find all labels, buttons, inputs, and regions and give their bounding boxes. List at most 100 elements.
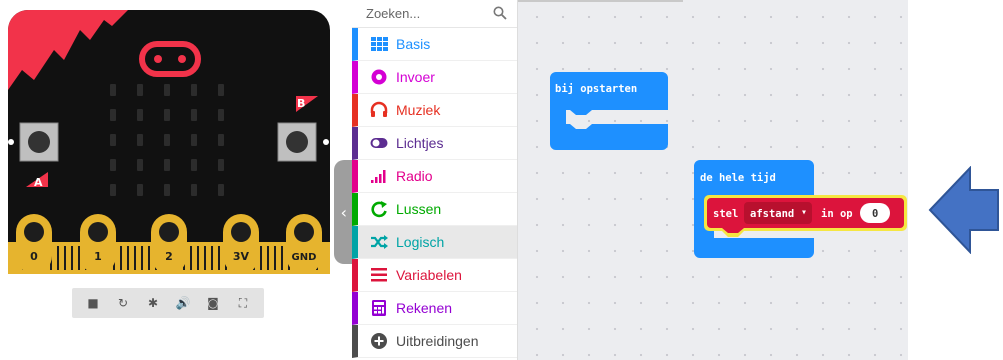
led [137, 184, 143, 196]
led [218, 184, 224, 196]
pin-3v[interactable]: 3V [223, 214, 259, 274]
connector-tick [141, 246, 143, 270]
chevron-left-icon: ‹ [339, 202, 349, 222]
pin-2[interactable]: 2 [151, 214, 187, 274]
category-invoer[interactable]: Invoer [352, 61, 517, 94]
pin-1[interactable]: 1 [80, 214, 116, 274]
annotation-arrow-icon [928, 166, 999, 254]
category-list: Basis Invoer Muziek Lichtjes Radio Lussen Logi… [352, 28, 517, 358]
screenshot-icon[interactable]: ◙ [203, 293, 223, 313]
category-rekenen[interactable]: Rekenen [352, 292, 517, 325]
category-lichtjes[interactable]: Lichtjes [352, 127, 517, 160]
led [137, 134, 143, 146]
button-b-label: B [297, 97, 305, 110]
mute-icon[interactable]: 🔊 [173, 293, 193, 313]
connector-tick [71, 246, 73, 270]
category-label: Muziek [396, 102, 441, 118]
connector-tick [78, 246, 80, 270]
pin-hole [159, 222, 179, 242]
connector-tick [148, 246, 150, 270]
connector-tick [120, 246, 122, 270]
led [191, 159, 197, 171]
led [164, 184, 170, 196]
forever-label: de hele tijd [700, 172, 776, 184]
simulator-panel: A B 0 1 2 3V GND ■ ↻ ✱ 🔊 ◙ ⛶ [0, 0, 340, 360]
connector-tick [134, 246, 136, 270]
led [110, 134, 116, 146]
category-basis[interactable]: Basis [352, 28, 517, 61]
debug-icon[interactable]: ✱ [143, 293, 163, 313]
led [164, 159, 170, 171]
led [137, 109, 143, 121]
shuffle-icon [370, 233, 388, 251]
workspace-top-border [518, 0, 683, 2]
category-logisch[interactable]: Logisch [352, 226, 517, 259]
toolbox: Basis Invoer Muziek Lichtjes Radio Lussen Logi… [352, 0, 518, 360]
connector-tick [204, 246, 206, 270]
pin-0[interactable]: 0 [16, 214, 52, 274]
microbit-board: A B 0 1 2 3V GND [8, 10, 330, 274]
category-variabelen[interactable]: Variabelen [352, 259, 517, 292]
fullscreen-icon[interactable]: ⛶ [233, 293, 253, 313]
blocks-workspace[interactable]: bij opstarten de hele tijd stel afstand … [518, 0, 908, 360]
category-label: Variabelen [396, 267, 462, 283]
connector-tick [274, 246, 276, 270]
category-uitbreidingen[interactable]: Uitbreidingen [352, 325, 517, 358]
led [191, 134, 197, 146]
toolbox-search [352, 0, 517, 28]
category-label: Basis [396, 36, 431, 52]
toggle-icon [370, 134, 388, 152]
category-muziek[interactable]: Muziek [352, 94, 517, 127]
led [218, 109, 224, 121]
led [137, 84, 143, 96]
category-lussen[interactable]: Lussen [352, 193, 517, 226]
connector-tick [267, 246, 269, 270]
connector-tick [281, 246, 283, 270]
signal-bars-icon [370, 167, 388, 185]
set-label: stel [713, 208, 739, 220]
in-op-label: in op [821, 208, 853, 220]
led [110, 159, 116, 171]
button-a-label: A [34, 176, 43, 189]
pin-label: 2 [165, 250, 173, 263]
restart-icon[interactable]: ↻ [113, 293, 133, 313]
connector-tick [218, 246, 220, 270]
collapse-simulator-button[interactable]: ‹ [334, 160, 354, 264]
category-label: Logisch [396, 234, 445, 250]
led [137, 159, 143, 171]
search-icon[interactable] [493, 6, 507, 20]
grid-icon [370, 35, 388, 53]
connector-tick [260, 246, 262, 270]
led [218, 134, 224, 146]
category-label: Invoer [396, 69, 435, 85]
simulator-toolbar: ■ ↻ ✱ 🔊 ◙ ⛶ [72, 288, 264, 318]
connector-tick [127, 246, 129, 270]
search-input[interactable] [366, 6, 478, 21]
led [110, 109, 116, 121]
pin-hole [231, 222, 251, 242]
category-label: Uitbreidingen [396, 333, 479, 349]
pin-hole [88, 222, 108, 242]
led [164, 109, 170, 121]
loop-icon [370, 200, 388, 218]
category-label: Radio [396, 168, 433, 184]
lines-icon [370, 266, 388, 284]
category-label: Rekenen [396, 300, 453, 316]
pin-gnd[interactable]: GND [286, 214, 322, 274]
pin-label: 0 [30, 250, 38, 263]
connector-tick [64, 246, 66, 270]
pin-hole [294, 222, 314, 242]
connector-tick [197, 246, 199, 270]
value-text[interactable]: 0 [872, 208, 878, 220]
stop-icon[interactable]: ■ [83, 293, 103, 313]
category-radio[interactable]: Radio [352, 160, 517, 193]
on-start-label: bij opstarten [555, 83, 638, 95]
pin-label: 3V [233, 250, 250, 263]
category-label: Lichtjes [396, 135, 444, 151]
led [164, 134, 170, 146]
connector-tick [211, 246, 213, 270]
dropdown-arrow-icon[interactable]: ▾ [801, 207, 807, 218]
led [218, 159, 224, 171]
pin-hole [24, 222, 44, 242]
led [110, 84, 116, 96]
